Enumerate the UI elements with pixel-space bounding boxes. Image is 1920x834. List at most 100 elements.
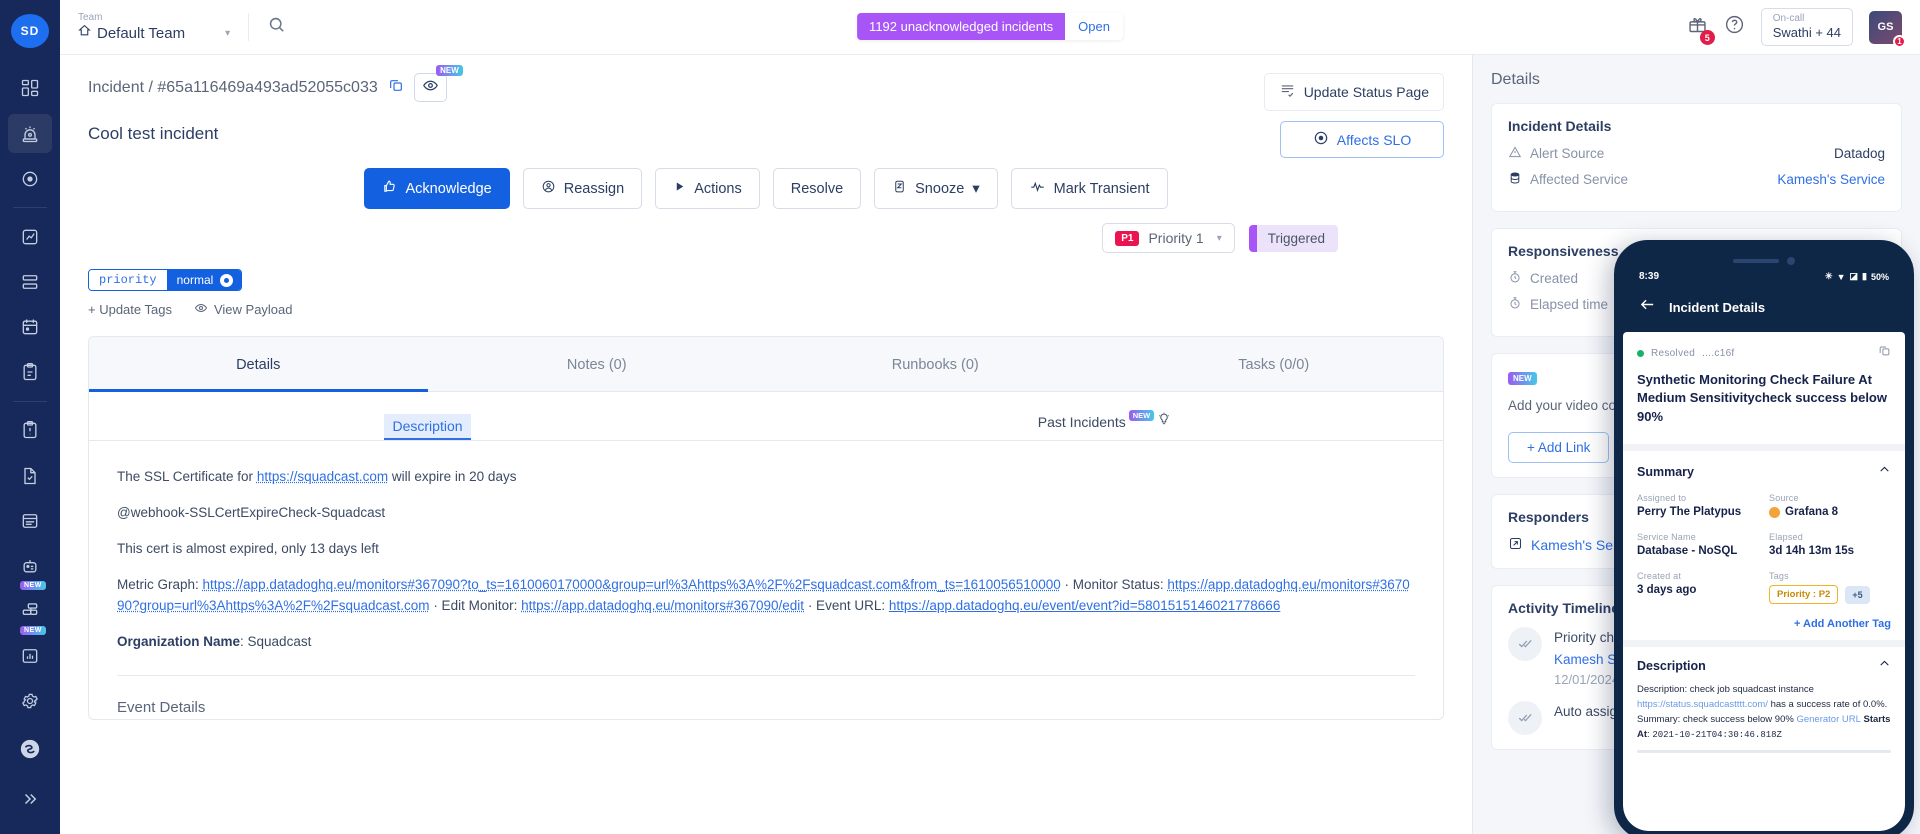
sidebar-item-workflows[interactable]: NEW	[8, 592, 52, 631]
organization-label: Organization Name	[117, 634, 240, 649]
banner-open-button[interactable]: Open	[1065, 13, 1123, 40]
team-name: Default Team	[97, 25, 185, 42]
affects-slo-button[interactable]: Affects SLO	[1280, 121, 1444, 158]
phone-add-another-tag[interactable]: + Add Another Tag	[1637, 618, 1891, 630]
phone-tag-more[interactable]: +5	[1845, 586, 1869, 604]
sidebar-item-status-page[interactable]	[8, 501, 52, 540]
update-status-page-button[interactable]: Update Status Page	[1264, 73, 1444, 111]
phone-notch	[1712, 253, 1816, 269]
square-arrow-icon	[1508, 536, 1523, 554]
sidebar-item-tasks[interactable]	[8, 456, 52, 495]
expand-rail-button[interactable]	[8, 777, 52, 821]
clipboard-icon	[20, 362, 40, 382]
acknowledge-button[interactable]: Acknowledge	[364, 168, 509, 209]
org-logo[interactable]: SD	[11, 14, 49, 48]
phone-description-header[interactable]: Description	[1637, 657, 1891, 675]
copy-icon[interactable]	[388, 77, 404, 98]
chevron-up-icon	[1878, 463, 1891, 481]
back-arrow-icon[interactable]	[1639, 296, 1656, 318]
phone-scrollbar[interactable]	[1637, 750, 1891, 753]
file-check-icon	[20, 466, 40, 486]
phone-tag-priority[interactable]: Priority : P2	[1769, 585, 1838, 604]
search-icon[interactable]	[267, 15, 286, 39]
help-icon[interactable]	[1724, 14, 1745, 40]
priority-select[interactable]: P1 Priority 1 ▾	[1102, 223, 1235, 253]
robot-icon	[20, 556, 40, 576]
snooze-button[interactable]: Snooze ▾	[874, 168, 997, 209]
tag-pill[interactable]: priority normal	[88, 269, 242, 291]
clipboard-alert-icon	[20, 420, 40, 440]
sidebar-item-postmortems[interactable]	[8, 411, 52, 450]
reassign-label: Reassign	[564, 181, 624, 197]
sidebar-item-dashboard[interactable]	[8, 69, 52, 108]
gift-icon[interactable]: 5	[1687, 14, 1708, 40]
sidebar-item-slo[interactable]	[8, 159, 52, 198]
app-root: SD	[0, 0, 1920, 834]
sidebar-item-services[interactable]	[8, 262, 52, 301]
rail-divider	[13, 207, 47, 208]
chevron-down-icon: ▾	[1217, 233, 1222, 244]
mark-transient-button[interactable]: Mark Transient	[1011, 168, 1168, 209]
created-label: Created	[1530, 271, 1578, 286]
sidebar-item-reports[interactable]	[8, 637, 52, 676]
update-status-page-label: Update Status Page	[1304, 84, 1429, 100]
phone-elapsed-value: 3d 14h 13m 15s	[1769, 545, 1891, 557]
resolve-button[interactable]: Resolve	[773, 168, 861, 209]
status-badge: Triggered	[1249, 225, 1338, 252]
incident-badge-row: P1 Priority 1 ▾ Triggered	[88, 223, 1444, 253]
update-tags-button[interactable]: + Update Tags	[88, 301, 172, 318]
add-link-button[interactable]: + Add Link	[1508, 432, 1609, 463]
tag-remove-icon[interactable]	[220, 274, 233, 287]
sidebar-item-runbooks[interactable]	[8, 353, 52, 392]
tab-notes[interactable]: Notes (0)	[428, 337, 767, 391]
subtab-past-incidents[interactable]: Past Incidents NEW	[1038, 414, 1171, 439]
alert-source-value: Datadog	[1834, 146, 1885, 161]
affected-service-value[interactable]: Kamesh's Service	[1777, 172, 1885, 187]
sidebar-item-analytics[interactable]	[8, 217, 52, 256]
phone-desc-link1[interactable]: https://status.squadcastttt.com/	[1637, 699, 1768, 710]
phone-assigned-to: Assigned to Perry The Platypus	[1637, 493, 1759, 518]
sidebar-item-settings[interactable]	[8, 682, 52, 721]
tab-tasks[interactable]: Tasks (0/0)	[1105, 337, 1444, 391]
tag-value: normal	[177, 273, 214, 287]
metric-graph-link[interactable]: https://app.datadoghq.eu/monitors#367090…	[203, 577, 1061, 592]
phone-desc-generator-url[interactable]: Generator URL	[1796, 714, 1860, 725]
squadcast-link[interactable]: https://squadcast.com	[257, 469, 388, 484]
edit-monitor-link[interactable]: https://app.datadoghq.eu/monitors#367090…	[521, 598, 804, 613]
description-body: The SSL Certificate for https://squadcas…	[89, 441, 1443, 719]
copy-icon[interactable]	[1878, 344, 1891, 362]
monitor-status-label: · Monitor Status:	[1061, 577, 1168, 592]
tab-details[interactable]: Details	[89, 337, 428, 391]
sidebar-item-webforms[interactable]: NEW	[8, 546, 52, 585]
avatar[interactable]: GS 1	[1869, 11, 1902, 44]
battery-icon: ▮	[1862, 271, 1867, 282]
sidebar-item-schedules[interactable]	[8, 308, 52, 347]
tag-value-wrap: normal	[167, 270, 242, 290]
view-payload-button[interactable]: View Payload	[194, 301, 293, 318]
team-selector[interactable]: Team Default Team ▾	[78, 12, 230, 42]
tab-runbooks[interactable]: Runbooks (0)	[766, 337, 1105, 391]
grafana-icon	[1769, 507, 1780, 518]
oncall-selector[interactable]: On-call Swathi + 44	[1761, 8, 1853, 47]
squadcast-logo-button[interactable]	[8, 727, 52, 771]
phone-status-group: Resolved ....c16f	[1637, 348, 1735, 359]
event-url-link[interactable]: https://app.datadoghq.eu/event/event?id=…	[889, 598, 1280, 613]
past-incidents-new-badge: NEW	[1129, 410, 1155, 421]
elapsed-time-label: Elapsed time	[1530, 297, 1608, 312]
rail-divider-2	[13, 401, 47, 402]
phone-service-name-label: Service Name	[1637, 532, 1759, 542]
phone-tags: Tags Priority : P2 +5	[1769, 571, 1891, 604]
actions-button[interactable]: Actions	[655, 168, 760, 209]
watch-new-badge: NEW	[436, 65, 463, 76]
subtab-description[interactable]: Description	[384, 414, 470, 440]
phone-summary-header[interactable]: Summary	[1637, 463, 1891, 481]
sidebar-item-incidents[interactable]	[8, 114, 52, 153]
reassign-button[interactable]: Reassign	[523, 168, 642, 209]
incident-title-column: Incident / #65a116469a493ad52055c033 NEW…	[88, 73, 1264, 144]
alert-source-key: Alert Source	[1508, 145, 1604, 162]
metric-graph-label: Metric Graph:	[117, 577, 203, 592]
phone-assigned-to-label: Assigned to	[1637, 493, 1759, 503]
wifi-icon: ▼	[1837, 272, 1846, 282]
team-row: Default Team ▾	[78, 24, 230, 42]
watch-incident-button[interactable]: NEW	[414, 73, 447, 102]
